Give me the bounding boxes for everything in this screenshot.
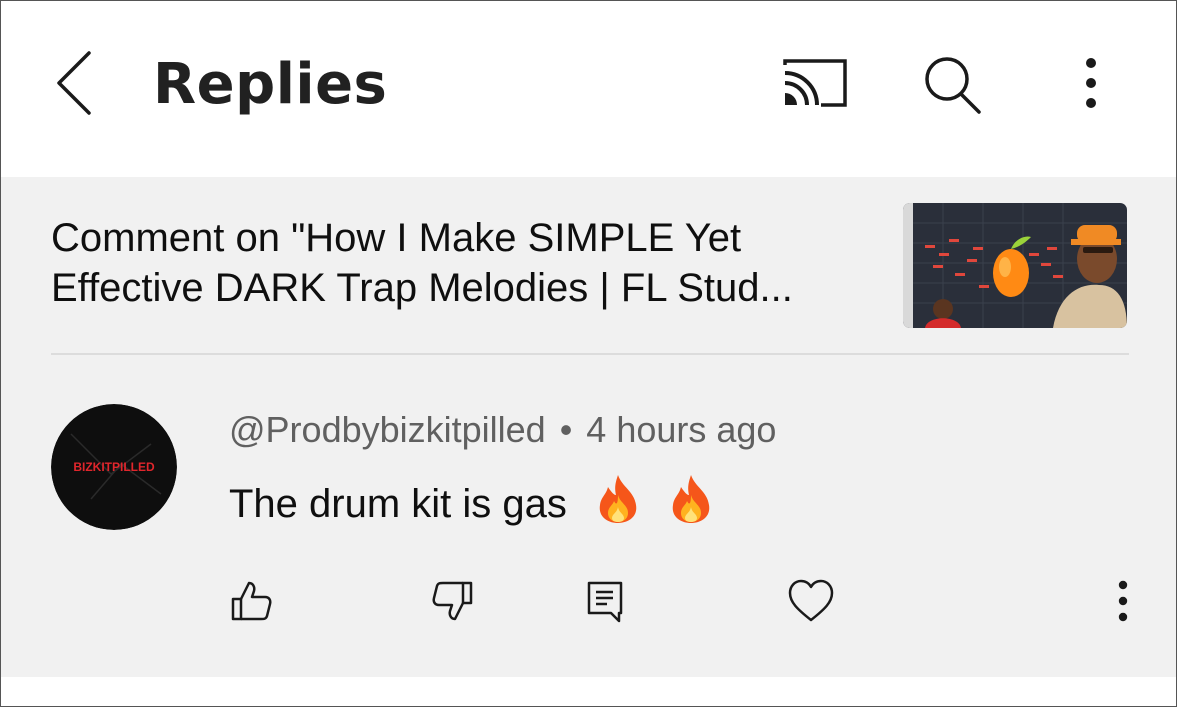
page-title: Replies [153,52,388,117]
comment-text: The drum kit is gas [229,482,567,526]
bottom-area [1,677,1176,706]
dislike-button[interactable] [429,577,477,625]
comment-time: 4 hours ago [586,409,777,450]
comment-author[interactable]: @Prodbybizkitpilled [229,409,546,450]
top-app-bar: Replies [1,1,1176,177]
divider [51,353,1129,355]
more-vertical-icon [1118,580,1128,622]
video-reference[interactable]: Comment on "How I Make SIMPLE Yet Effect… [51,213,891,313]
comment-meta: @Prodbybizkitpilled • 4 hours ago [229,409,776,451]
back-button[interactable] [49,47,101,119]
comment-icon [587,581,623,623]
cast-icon [783,59,847,107]
comment-panel: Comment on "How I Make SIMPLE Yet Effect… [1,177,1176,677]
fire-icon [672,475,710,523]
video-thumbnail[interactable] [903,203,1127,328]
heart-button[interactable] [787,577,835,625]
chevron-left-icon [57,51,91,115]
avatar-image: BIZKITPILLED [51,404,177,530]
thumbnail-image [903,203,1127,328]
thumbs-down-icon [432,581,473,621]
more-options-button[interactable] [1073,53,1109,117]
search-icon [925,57,981,114]
fire-icon [599,475,637,523]
cast-button[interactable] [781,57,849,109]
avatar[interactable]: BIZKITPILLED [51,404,177,530]
like-button[interactable] [227,577,275,625]
meta-separator: • [559,409,573,450]
video-title-line-1: Comment on "How I Make SIMPLE Yet [51,216,742,260]
reply-button[interactable] [581,577,629,625]
video-title-line-2: Effective DARK Trap Melodies | FL Stud..… [51,266,793,310]
app-window: Replies Comment on "How I Make SIMPLE Ye… [0,0,1177,707]
avatar-label: BIZKITPILLED [73,460,155,474]
search-button[interactable] [921,53,985,117]
more-vertical-icon [1086,58,1096,108]
thumbs-up-icon [231,581,272,621]
comment-body: The drum kit is gas [229,473,713,527]
heart-icon [788,579,834,622]
comment-more-button[interactable] [1103,577,1143,625]
